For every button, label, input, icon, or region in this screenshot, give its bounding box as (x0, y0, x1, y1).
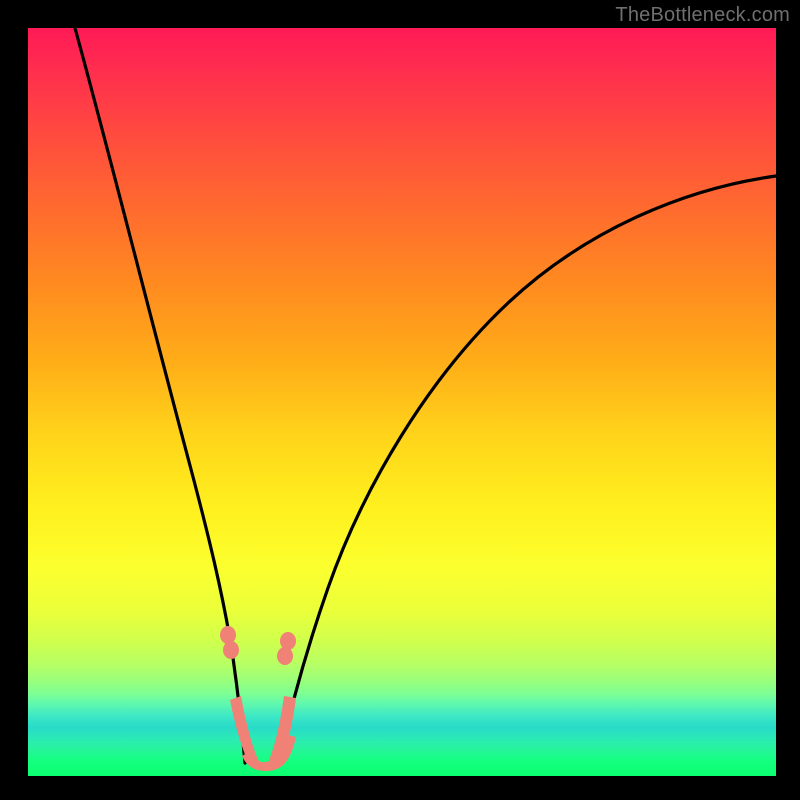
chart-frame: TheBottleneck.com (0, 0, 800, 800)
curve-left (75, 28, 245, 763)
chart-curves-svg (28, 28, 776, 776)
bottom-blob-cluster (220, 626, 296, 771)
curve-right (278, 176, 776, 766)
blob-arc-right (269, 696, 296, 764)
plot-outer (28, 28, 776, 776)
watermark-text: TheBottleneck.com (615, 4, 790, 27)
